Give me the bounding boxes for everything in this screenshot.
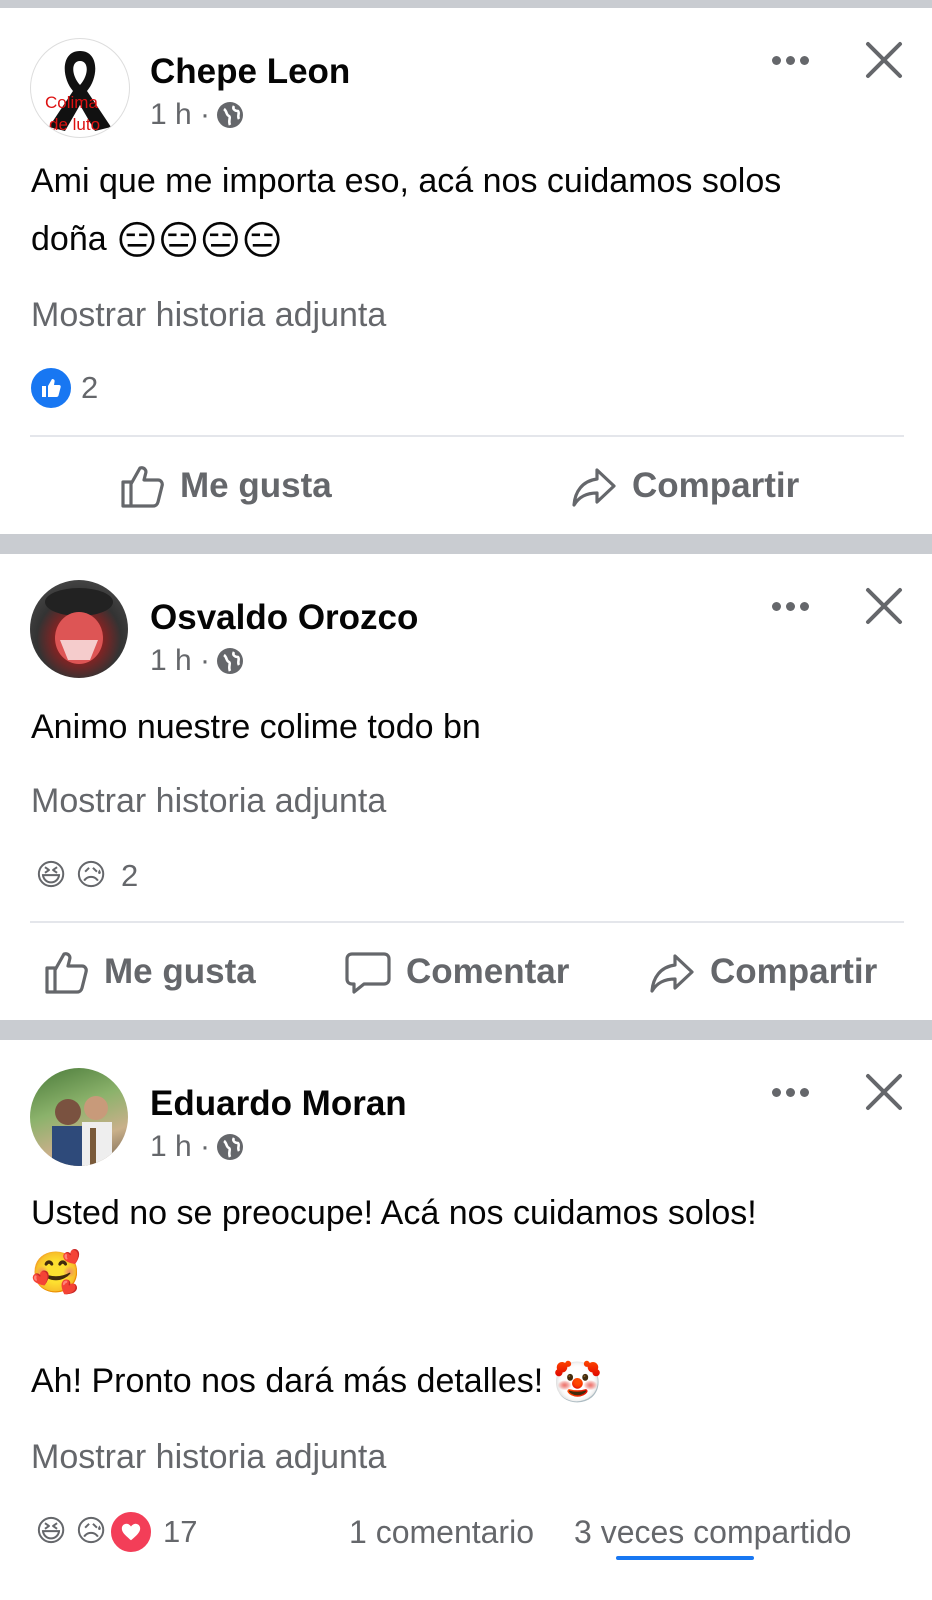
avatar[interactable]	[30, 1068, 128, 1166]
haha-reaction-icon: 😆	[29, 1510, 73, 1554]
more-dots-icon[interactable]	[772, 56, 809, 65]
scroll-indicator	[616, 1556, 754, 1560]
comment-text-blank-line	[31, 1300, 911, 1352]
show-story-link[interactable]: Mostrar historia adjunta	[31, 782, 386, 821]
avatar[interactable]	[30, 580, 128, 678]
share-button-label: Compartir	[632, 466, 800, 505]
avatar-logo-text-1: Colima	[45, 93, 98, 112]
comment-post-2: Osvaldo Orozco 1 h · Animo nuestre colim…	[0, 554, 932, 1020]
expressionless-emoji-icon: 😑😑😑😑	[116, 219, 283, 264]
share-arrow-icon	[650, 954, 694, 993]
comment-bubble-icon	[345, 952, 391, 994]
clown-face-emoji-icon: 🤡	[552, 1361, 603, 1406]
sad-reaction-icon: 😥	[69, 1510, 113, 1554]
share-arrow-icon	[572, 468, 616, 507]
comment-button-label: Comentar	[406, 952, 570, 991]
comment-text-line-1: Usted no se preocupe! Acá nos cuidamos s…	[31, 1194, 757, 1232]
reaction-summary[interactable]: 😆 😥 2	[29, 854, 138, 898]
sad-reaction-icon: 😥	[69, 854, 113, 898]
share-button[interactable]: Compartir	[570, 462, 799, 510]
divider	[30, 921, 904, 923]
timestamp[interactable]: 1 h ·	[150, 1130, 210, 1164]
comment-text: Ami que me importa eso, acá nos cuidamos…	[31, 152, 911, 268]
close-icon[interactable]	[864, 1072, 904, 1112]
comment-text-line-2: doña 😑😑😑😑	[31, 210, 911, 268]
timestamp[interactable]: 1 h ·	[150, 98, 210, 132]
close-icon[interactable]	[864, 40, 904, 80]
show-story-link[interactable]: Mostrar historia adjunta	[31, 1438, 386, 1477]
avatar[interactable]: Colima de luto	[30, 38, 130, 138]
comment-button[interactable]: Comentar	[344, 948, 569, 996]
comment-text-line-2: 🥰	[31, 1242, 911, 1300]
comment-text: Usted no se preocupe! Acá nos cuidamos s…	[31, 1184, 911, 1410]
comments-count-link[interactable]: 1 comentario	[349, 1514, 534, 1551]
thumbs-up-icon	[45, 952, 88, 994]
comment-post-3: Eduardo Moran 1 h · Usted no se preocupe…	[0, 1040, 932, 1600]
comment-text: Animo nuestre colime todo bn	[31, 698, 911, 756]
more-dots-icon[interactable]	[772, 1088, 809, 1097]
comment-text-line-1: Animo nuestre colime todo bn	[31, 708, 481, 746]
divider	[30, 435, 904, 437]
post-meta: 1 h ·	[150, 1130, 244, 1164]
avatar-logo-text-2: de luto	[49, 115, 101, 134]
timestamp[interactable]: 1 h ·	[150, 644, 210, 678]
comment-text-sentence: Ah! Pronto nos dará más detalles!	[31, 1362, 544, 1400]
more-dots-icon[interactable]	[772, 602, 809, 611]
share-button[interactable]: Compartir	[648, 948, 877, 996]
smiling-face-with-hearts-emoji-icon: 🥰	[31, 1251, 81, 1296]
globe-icon	[217, 1134, 244, 1160]
reaction-count: 2	[121, 858, 139, 893]
love-reaction-icon	[109, 1510, 153, 1554]
feed-separator	[0, 534, 932, 554]
post-meta: 1 h ·	[150, 644, 244, 678]
like-button-label: Me gusta	[104, 952, 256, 991]
reaction-count: 2	[81, 370, 99, 405]
show-story-link[interactable]: Mostrar historia adjunta	[31, 296, 386, 335]
thumbs-up-icon	[121, 466, 164, 508]
comment-text-line-3: Ah! Pronto nos dará más detalles! 🤡	[31, 1352, 911, 1410]
post-meta: 1 h ·	[150, 98, 244, 132]
comment-text-word: doña	[31, 220, 107, 258]
author-name[interactable]: Chepe Leon	[150, 52, 350, 92]
reaction-summary[interactable]: 2	[29, 366, 98, 410]
comment-post-1: Colima de luto Chepe Leon 1 h · Ami que …	[0, 8, 932, 534]
close-icon[interactable]	[864, 586, 904, 626]
share-button-label: Compartir	[710, 952, 878, 991]
haha-reaction-icon: 😆	[29, 854, 73, 898]
globe-icon	[217, 102, 244, 128]
comment-text-line-1: Ami que me importa eso, acá nos cuidamos…	[31, 162, 782, 200]
reaction-count: 17	[163, 1514, 198, 1549]
author-name[interactable]: Osvaldo Orozco	[150, 598, 418, 638]
like-button-label: Me gusta	[180, 466, 332, 505]
reaction-summary[interactable]: 😆 😥 17	[29, 1510, 197, 1554]
author-name[interactable]: Eduardo Moran	[150, 1084, 407, 1124]
like-reaction-icon	[29, 366, 73, 410]
feed-separator	[0, 1020, 932, 1040]
like-button[interactable]: Me gusta	[118, 462, 332, 510]
shares-count-link[interactable]: 3 veces compartido	[574, 1514, 851, 1551]
like-button[interactable]: Me gusta	[42, 948, 256, 996]
globe-icon	[217, 648, 244, 674]
feed-separator-top	[0, 0, 932, 8]
